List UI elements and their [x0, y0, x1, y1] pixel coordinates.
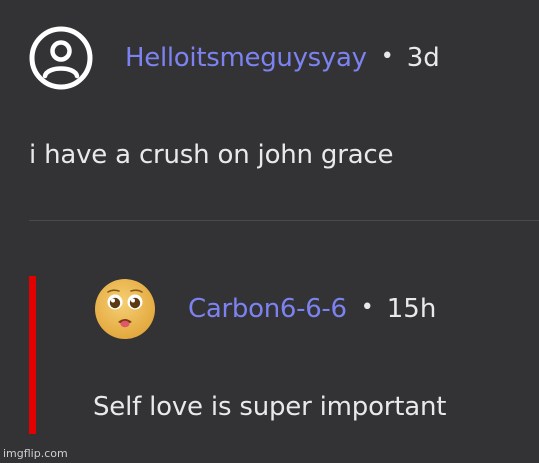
comment-1-separator: • [380, 43, 394, 69]
user-default-icon[interactable] [29, 26, 93, 90]
pleading-face-emoji-icon[interactable] [94, 278, 156, 340]
comment-1-username[interactable]: Helloitsmeguysyay [125, 43, 367, 73]
comment-2-text: Self love is super important [93, 392, 447, 422]
comment-2-time: 15h [386, 294, 437, 324]
comment-2-username[interactable]: Carbon6-6-6 [188, 294, 347, 324]
comment-1-header: Helloitsmeguysyay • 3d [29, 26, 440, 90]
reply-thread-bar [29, 276, 36, 434]
comment-1-time: 3d [406, 43, 440, 73]
imgflip-watermark: imgflip.com [3, 447, 68, 460]
comment-2-separator: • [360, 294, 374, 320]
divider [29, 220, 539, 221]
comment-2-header: Carbon6-6-6 • 15h [94, 278, 436, 340]
comment-1-text: i have a crush on john grace [29, 140, 394, 170]
